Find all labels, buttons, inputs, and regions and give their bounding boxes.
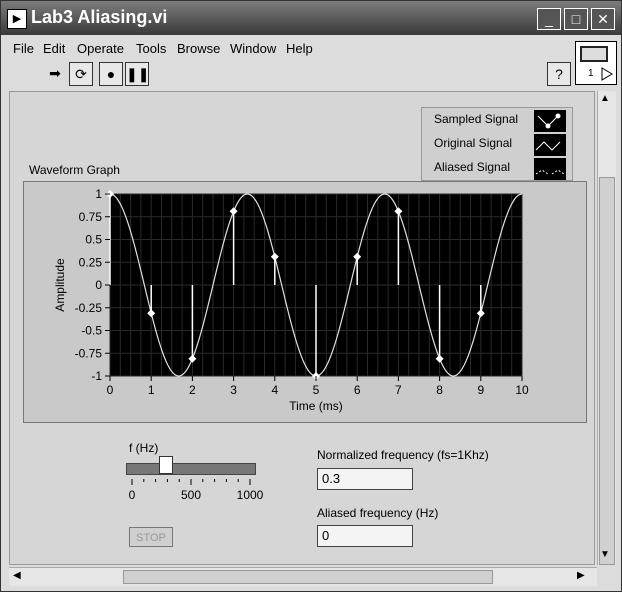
maximize-button[interactable]: □ (564, 8, 588, 30)
graph-title: Waveform Graph (29, 163, 120, 177)
horizontal-scroll-thumb[interactable] (123, 570, 493, 584)
waveform-graph-frame: 0 1 2 3 4 5 6 7 8 9 10 1 0.75 0.5 0.25 0 -0.25 -0.5 -0.75 -… (23, 181, 587, 423)
menu-operate[interactable]: Operate (77, 41, 124, 56)
toolbar: ➡ ⟳ ● ❚❚ ? (1, 59, 621, 89)
minimize-button[interactable]: _ (537, 8, 561, 30)
menu-help[interactable]: Help (286, 41, 313, 56)
normalized-frequency-label: Normalized frequency (fs=1Khz) (317, 448, 489, 462)
x-tick-label: 2 (189, 383, 196, 397)
labview-app-icon: ▶ (7, 9, 27, 29)
menu-tools[interactable]: Tools (136, 41, 166, 56)
help-icon[interactable]: ? (547, 62, 571, 86)
menu-bar: File Edit Operate Tools Browse Window He… (1, 37, 621, 59)
run-arrow-icon[interactable]: ➡ (43, 62, 67, 86)
y-tick-label: 0.75 (79, 210, 103, 224)
x-tick-label: 1 (148, 383, 155, 397)
stop-button[interactable]: STOP (129, 527, 173, 547)
vi-connector-icon[interactable]: 1 (575, 41, 617, 85)
x-tick-label: 8 (436, 383, 443, 397)
y-tick-label: -0.75 (75, 346, 103, 360)
waveform-graph[interactable]: 0 1 2 3 4 5 6 7 8 9 10 1 0.75 0.5 0.25 0 -0.25 -0.5 -0.75 -… (24, 182, 586, 422)
x-tick-label: 3 (230, 383, 237, 397)
y-tick-label: 0.25 (79, 255, 103, 269)
slider-tick-label: 500 (181, 488, 201, 502)
pause-icon[interactable]: ❚❚ (125, 62, 149, 86)
x-tick-label: 0 (107, 383, 114, 397)
y-tick-label: 0.5 (85, 233, 102, 247)
y-tick-label: 1 (95, 187, 102, 201)
vi-connector-graphic: 1 (580, 46, 613, 81)
slider-tick-label: 1000 (237, 488, 264, 502)
x-tick-label: 10 (515, 383, 529, 397)
title-bar: ▶ Lab3 Aliasing.vi _ □ ✕ (1, 1, 621, 35)
y-tick-label: 0 (95, 278, 102, 292)
x-tick-label: 7 (395, 383, 402, 397)
normalized-frequency-field[interactable]: 0.3 (317, 468, 413, 490)
menu-edit[interactable]: Edit (43, 41, 65, 56)
x-tick-label: 5 (313, 383, 320, 397)
menu-browse[interactable]: Browse (177, 41, 220, 56)
legend-item-original: Original Signal (434, 136, 513, 150)
horizontal-scrollbar[interactable]: ◀ ▶ (9, 567, 597, 586)
aliased-frequency-label: Aliased frequency (Hz) (317, 506, 439, 520)
aliased-frequency-field[interactable]: 0 (317, 525, 413, 547)
sampled-signal-swatch[interactable] (534, 110, 566, 132)
frequency-slider-track[interactable] (126, 463, 256, 475)
run-continuously-icon[interactable]: ⟳ (69, 62, 93, 86)
f-label: f (Hz) (129, 441, 159, 455)
y-tick-label: -0.5 (81, 324, 102, 338)
scroll-down-arrow-icon[interactable]: ▼ (600, 549, 610, 560)
aliased-signal-swatch[interactable] (534, 158, 566, 180)
vertical-scrollbar[interactable]: ▲ ▼ (597, 91, 616, 565)
close-button[interactable]: ✕ (591, 8, 615, 30)
scroll-up-arrow-icon[interactable]: ▲ (600, 93, 610, 104)
scroll-right-arrow-icon[interactable]: ▶ (577, 570, 585, 581)
x-tick-label: 9 (477, 383, 484, 397)
window-title: Lab3 Aliasing.vi (31, 7, 168, 27)
frequency-slider-thumb[interactable] (159, 456, 173, 474)
original-signal-swatch[interactable] (534, 134, 566, 156)
x-tick-label: 4 (271, 383, 278, 397)
abort-icon[interactable]: ● (99, 62, 123, 86)
svg-text:1: 1 (588, 68, 594, 79)
x-tick-label: 6 (354, 383, 361, 397)
vertical-scroll-thumb[interactable] (599, 177, 615, 565)
plot-legend: Sampled Signal Original Signal Aliased S… (421, 107, 573, 181)
menu-window[interactable]: Window (230, 41, 276, 56)
y-tick-label: -1 (91, 369, 102, 383)
legend-item-sampled: Sampled Signal (434, 112, 519, 126)
labview-window: ▶ Lab3 Aliasing.vi _ □ ✕ File Edit Opera… (0, 0, 622, 592)
scroll-left-arrow-icon[interactable]: ◀ (13, 570, 21, 581)
menu-file[interactable]: File (13, 41, 34, 56)
y-axis-label: Amplitude (53, 258, 67, 312)
x-axis-label: Time (ms) (289, 399, 343, 413)
slider-scale: 0 500 1000 (129, 479, 264, 502)
y-tick-label: -0.25 (75, 301, 103, 315)
slider-tick-label: 0 (129, 488, 136, 502)
legend-item-aliased: Aliased Signal (434, 160, 511, 174)
